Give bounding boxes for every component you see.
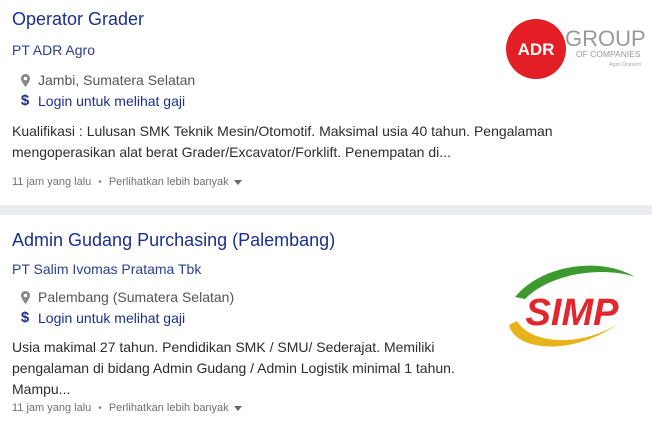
job-title-link[interactable]: Admin Gudang Purchasing (Palembang) bbox=[12, 230, 335, 251]
show-more-button[interactable]: Perlihatkan lebih banyak bbox=[109, 176, 242, 188]
logo-circle-text: ADR bbox=[518, 40, 555, 59]
job-card[interactable]: Admin Gudang Purchasing (Palembang) PT S… bbox=[0, 215, 652, 431]
company-name-link[interactable]: PT Salim Ivomas Pratama Tbk bbox=[12, 261, 201, 277]
job-description: Usia makimal 27 tahun. Pendidikan SMK / … bbox=[12, 337, 482, 400]
job-description: Kualifikasi : Lulusan SMK Teknik Mesin/O… bbox=[12, 121, 553, 163]
location-text: Palembang (Sumatera Selatan) bbox=[38, 289, 235, 305]
card-separator bbox=[0, 205, 652, 215]
dollar-icon: $ bbox=[20, 92, 30, 109]
logo-simp-text: SIMP bbox=[526, 292, 620, 334]
logo-group-text: GROUP bbox=[565, 26, 645, 51]
company-name-link[interactable]: PT ADR Agro bbox=[12, 42, 95, 58]
salary-login-link[interactable]: Login untuk melihat gaji bbox=[38, 310, 185, 326]
simp-logo-svg: SIMP bbox=[509, 265, 635, 347]
show-more-button[interactable]: Perlihatkan lebih banyak bbox=[109, 402, 242, 414]
job-card[interactable]: Operator Grader PT ADR Agro Jambi, Sumat… bbox=[0, 0, 652, 205]
salary-row[interactable]: $ Login untuk melihat gaji bbox=[18, 309, 185, 326]
caret-down-icon bbox=[233, 180, 242, 185]
separator-dot: • bbox=[98, 176, 102, 188]
show-more-label: Perlihatkan lebih banyak bbox=[108, 176, 229, 188]
description-line: mengoperasikan alat berat Grader/Excavat… bbox=[12, 144, 451, 160]
job-footer: 11 jam yang lalu • Perlihatkan lebih ban… bbox=[12, 402, 242, 414]
job-footer: 11 jam yang lalu • Perlihatkan lebih ban… bbox=[12, 176, 242, 188]
location-row: Jambi, Sumatera Selatan bbox=[18, 72, 195, 88]
adr-logo-svg: ADR GROUP OF COMPANIES Agro Division bbox=[506, 19, 646, 79]
posted-time: 11 jam yang lalu bbox=[12, 176, 92, 188]
show-more-label: Perlihatkan lebih banyak bbox=[108, 402, 229, 414]
separator-dot: • bbox=[98, 402, 102, 414]
company-logo-adr[interactable]: ADR GROUP OF COMPANIES Agro Division bbox=[505, 18, 646, 80]
salary-login-link[interactable]: Login untuk melihat gaji bbox=[38, 93, 185, 109]
description-line: Kualifikasi : Lulusan SMK Teknik Mesin/O… bbox=[12, 123, 553, 139]
logo-sub-text: OF COMPANIES bbox=[576, 49, 641, 59]
description-line: Mampu... bbox=[12, 381, 71, 397]
dollar-icon: $ bbox=[20, 309, 30, 326]
caret-down-icon bbox=[233, 406, 242, 411]
description-line: Usia makimal 27 tahun. Pendidikan SMK / … bbox=[12, 339, 435, 355]
description-line: pengalaman di bidang Admin Gudang / Admi… bbox=[12, 360, 455, 376]
location-row: Palembang (Sumatera Selatan) bbox=[18, 289, 234, 305]
company-logo-simp[interactable]: SIMP bbox=[503, 255, 641, 355]
job-title-link[interactable]: Operator Grader bbox=[12, 9, 144, 30]
salary-row[interactable]: $ Login untuk melihat gaji bbox=[18, 92, 185, 109]
location-pin-icon bbox=[18, 290, 32, 304]
location-pin-icon bbox=[18, 73, 32, 87]
location-text: Jambi, Sumatera Selatan bbox=[38, 72, 196, 88]
logo-division-text: Agro Division bbox=[609, 62, 641, 68]
posted-time: 11 jam yang lalu bbox=[12, 402, 92, 414]
